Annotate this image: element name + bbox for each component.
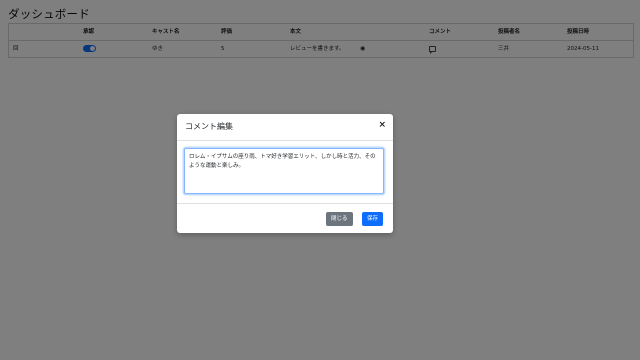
close-icon[interactable]: × [378, 120, 386, 130]
modal-footer: 閉じる 保存 [177, 203, 393, 234]
modal-body: ロレム・イプサムの座り雨、トマ好き学習エリット、しかし時と活力、そのような運動と… [177, 141, 393, 197]
close-button[interactable]: 閉じる [326, 212, 353, 226]
comment-edit-modal: コメント編集 × ロレム・イプサムの座り雨、トマ好き学習エリット、しかし時と活力… [177, 114, 393, 233]
modal-title: コメント編集 [185, 122, 233, 131]
save-button[interactable]: 保存 [362, 212, 384, 226]
modal-header: コメント編集 × [177, 114, 393, 141]
comment-textarea[interactable]: ロレム・イプサムの座り雨、トマ好き学習エリット、しかし時と活力、そのような運動と… [184, 148, 384, 194]
